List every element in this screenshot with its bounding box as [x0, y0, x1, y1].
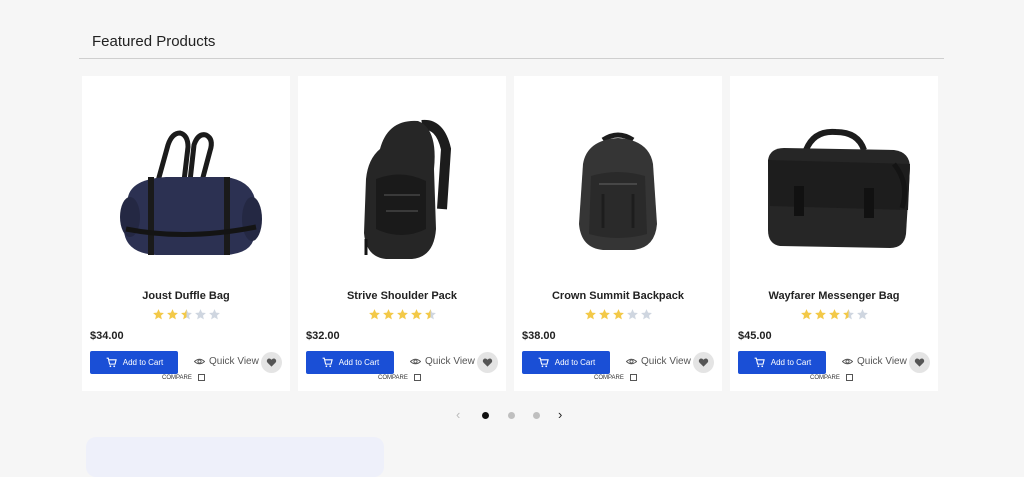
cart-icon	[106, 357, 117, 368]
compare-label: COMPARE	[810, 374, 840, 381]
add-to-cart-button[interactable]: Add to Cart	[90, 351, 178, 374]
star-icon	[396, 309, 408, 320]
backpack-icon	[579, 132, 657, 250]
star-icon	[828, 309, 840, 320]
star-icon	[584, 309, 596, 320]
product-carousel: Joust Duffle Bag $34.00 Add to Cart Quic…	[82, 76, 940, 391]
pager-dot[interactable]	[508, 412, 515, 419]
star-icon	[842, 309, 854, 320]
prev-arrow-icon[interactable]: ‹	[456, 406, 460, 424]
pager-dot[interactable]	[482, 412, 489, 419]
cart-icon	[538, 357, 549, 368]
sling-backpack-icon	[364, 119, 452, 259]
next-arrow-icon[interactable]: ›	[558, 406, 562, 424]
add-to-cart-label: Add to Cart	[770, 358, 812, 367]
product-card[interactable]: Strive Shoulder Pack $32.00 Add to Cart …	[298, 76, 506, 391]
product-name[interactable]: Crown Summit Backpack	[514, 290, 722, 302]
heart-icon	[266, 358, 277, 367]
star-icon	[424, 309, 436, 320]
wishlist-button[interactable]	[261, 352, 282, 373]
rating-stars	[514, 308, 722, 321]
checkbox-box[interactable]	[197, 374, 205, 381]
section-title: Featured Products	[92, 33, 216, 50]
star-icon	[152, 309, 164, 320]
next-section-panel	[86, 437, 384, 477]
quick-view-label: Quick View	[857, 356, 907, 367]
heart-icon	[482, 358, 493, 367]
star-icon	[368, 309, 380, 320]
cart-icon	[754, 357, 765, 368]
star-icon	[180, 309, 192, 320]
cart-icon	[322, 357, 333, 368]
quick-view-link[interactable]: Quick View	[626, 356, 691, 367]
add-to-cart-button[interactable]: Add to Cart	[738, 351, 826, 374]
product-card[interactable]: Joust Duffle Bag $34.00 Add to Cart Quic…	[82, 76, 290, 391]
add-to-cart-label: Add to Cart	[122, 358, 164, 367]
product-name[interactable]: Wayfarer Messenger Bag	[730, 290, 938, 302]
compare-checkbox[interactable]: COMPARE	[594, 374, 637, 381]
star-icon	[208, 309, 220, 320]
duffle-bag-icon	[120, 129, 262, 255]
rating-stars	[730, 308, 938, 321]
star-icon	[612, 309, 624, 320]
product-price: $34.00	[90, 330, 124, 342]
star-icon	[626, 309, 638, 320]
wishlist-button[interactable]	[693, 352, 714, 373]
star-icon	[410, 309, 422, 320]
star-icon	[166, 309, 178, 320]
quick-view-label: Quick View	[425, 356, 475, 367]
checkbox-box[interactable]	[845, 374, 853, 381]
product-name[interactable]: Strive Shoulder Pack	[298, 290, 506, 302]
product-name[interactable]: Joust Duffle Bag	[82, 290, 290, 302]
add-to-cart-button[interactable]: Add to Cart	[306, 351, 394, 374]
eye-icon	[194, 358, 205, 365]
product-image[interactable]	[298, 96, 506, 281]
heart-icon	[914, 358, 925, 367]
quick-view-label: Quick View	[641, 356, 691, 367]
product-price: $32.00	[306, 330, 340, 342]
compare-checkbox[interactable]: COMPARE	[378, 374, 421, 381]
compare-label: COMPARE	[378, 374, 408, 381]
star-icon	[382, 309, 394, 320]
quick-view-label: Quick View	[209, 356, 259, 367]
star-icon	[800, 309, 812, 320]
product-image[interactable]	[82, 96, 290, 281]
quick-view-link[interactable]: Quick View	[194, 356, 259, 367]
add-to-cart-label: Add to Cart	[554, 358, 596, 367]
rating-stars	[82, 308, 290, 321]
eye-icon	[626, 358, 637, 365]
star-icon	[814, 309, 826, 320]
messenger-bag-icon	[768, 128, 910, 248]
compare-label: COMPARE	[594, 374, 624, 381]
product-image[interactable]	[514, 96, 722, 281]
product-price: $45.00	[738, 330, 772, 342]
compare-checkbox[interactable]: COMPARE	[162, 374, 205, 381]
heart-icon	[698, 358, 709, 367]
wishlist-button[interactable]	[909, 352, 930, 373]
star-icon	[598, 309, 610, 320]
product-price: $38.00	[522, 330, 556, 342]
compare-checkbox[interactable]: COMPARE	[810, 374, 853, 381]
product-image[interactable]	[730, 96, 938, 281]
quick-view-link[interactable]: Quick View	[842, 356, 907, 367]
eye-icon	[842, 358, 853, 365]
checkbox-box[interactable]	[413, 374, 421, 381]
star-icon	[640, 309, 652, 320]
add-to-cart-label: Add to Cart	[338, 358, 380, 367]
wishlist-button[interactable]	[477, 352, 498, 373]
star-icon	[194, 309, 206, 320]
pager-dot[interactable]	[533, 412, 540, 419]
rating-stars	[298, 308, 506, 321]
compare-label: COMPARE	[162, 374, 192, 381]
quick-view-link[interactable]: Quick View	[410, 356, 475, 367]
product-card[interactable]: Wayfarer Messenger Bag $45.00 Add to Car…	[730, 76, 938, 391]
section-divider	[79, 58, 944, 59]
eye-icon	[410, 358, 421, 365]
star-icon	[856, 309, 868, 320]
product-card[interactable]: Crown Summit Backpack $38.00 Add to Cart…	[514, 76, 722, 391]
add-to-cart-button[interactable]: Add to Cart	[522, 351, 610, 374]
checkbox-box[interactable]	[629, 374, 637, 381]
carousel-pager: ‹ ›	[452, 406, 570, 424]
